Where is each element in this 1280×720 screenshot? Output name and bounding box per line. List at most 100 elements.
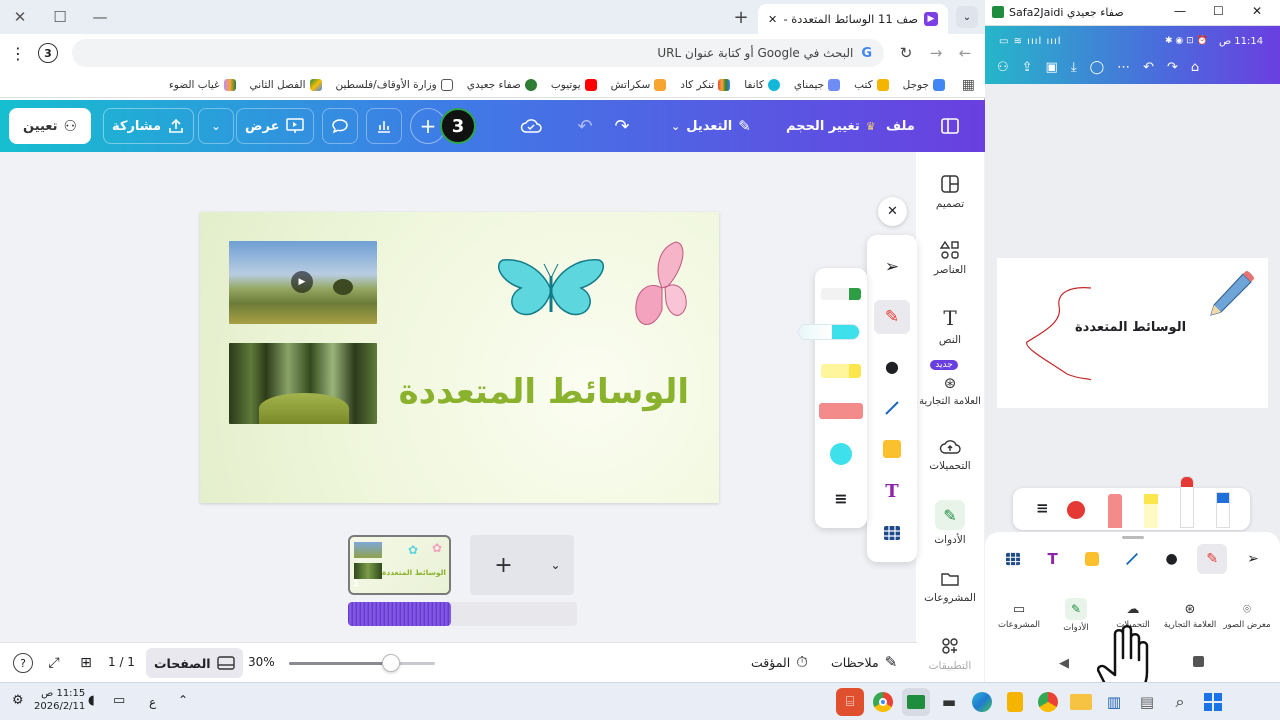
pages-button[interactable]: الصفحات [146,648,243,678]
android-recents-icon[interactable] [1193,656,1204,667]
input-language[interactable]: ع [149,695,156,709]
bookmark-item[interactable]: وزارة الأوقاف/فلسطين [336,78,453,91]
pen-green-icon[interactable] [821,288,861,301]
stroke-weight-icon[interactable]: ≡ [834,489,847,508]
share-button[interactable]: مشاركة [103,108,195,144]
present-button[interactable]: عرض [236,108,315,144]
cloud-saved-icon[interactable] [517,112,545,140]
back-icon[interactable]: → [926,43,946,63]
reload-icon[interactable]: ↻ [896,43,916,63]
bookmark-item[interactable]: غياب الضوء [169,78,236,91]
close-window-icon[interactable]: ✕ [1252,4,1262,18]
file-menu[interactable]: ملف [878,108,923,144]
select-pointer-icon[interactable]: ➢ [885,257,899,277]
rail-item-tools[interactable]: ✎ الأدوات [916,500,984,546]
notes-app-icon[interactable] [1001,688,1029,716]
line-tool-icon[interactable] [1118,545,1146,573]
pen-tool-icon[interactable]: ✎ [874,299,910,334]
pen-tool-icon[interactable]: ✎ [1197,544,1228,574]
new-tab-button[interactable]: + [730,6,752,28]
notes-button[interactable]: ملاحظات ✎ [831,653,897,671]
text-tool-icon[interactable]: T [1039,545,1067,573]
app-icon[interactable]: ⌸ [836,688,864,716]
rail-item-design[interactable]: تصميم [916,174,984,210]
menu-dots-icon[interactable]: ⋮ [8,43,28,63]
rail-item-text[interactable]: T النص [916,306,984,346]
weather-icon[interactable]: ⚙ [12,693,24,708]
browser-tab[interactable]: ▶ صف 11 الوسائط المتعددة - عرض ✕ [758,4,948,34]
minimize-window-icon[interactable]: — [1174,4,1186,18]
marker-teal-icon[interactable] [798,324,860,341]
timer-button[interactable]: المؤقت ⏱ [751,653,808,671]
comment-button[interactable] [322,108,358,144]
profile-avatar[interactable]: 3 [38,43,58,63]
close-tab-icon[interactable]: ✕ [768,13,777,26]
present-dropdown-icon[interactable]: ⌄ [198,108,234,144]
fullscreen-icon[interactable]: ⤢ [44,653,64,673]
sticky-note-icon[interactable] [883,439,901,458]
android-back-icon[interactable]: ◀ [1059,656,1069,671]
landscape-video-thumbnail[interactable]: ▶ [229,241,377,324]
bookmark-item[interactable]: الفصل الثاني [250,78,322,91]
sticky-note-icon[interactable] [1078,545,1106,573]
line-tool-icon[interactable] [883,399,901,417]
page-thumbnail[interactable]: ✿ ✿ الوسائط المتعددة 1 [348,535,451,595]
phone-item-tools[interactable]: ✎ الأدوات [1050,598,1102,633]
audio-track[interactable] [348,602,451,626]
rail-item-uploads[interactable]: التحميلات [916,438,984,472]
redo-icon[interactable]: ↷ [608,112,636,140]
table-tool-icon[interactable] [999,545,1027,573]
table-tool-icon[interactable] [883,525,901,541]
bookmark-item[interactable]: كانفا [744,78,780,91]
rail-item-elements[interactable]: العناصر [916,240,984,276]
stroke-weight-icon[interactable]: ≡ [1036,499,1049,517]
terminal-icon[interactable]: ▬ [935,688,963,716]
eraser-icon[interactable] [1108,494,1122,528]
page-options-dropdown-icon[interactable]: ⌄ [537,535,574,595]
shapes-tool-icon[interactable]: ● [1158,545,1186,573]
edit-menu[interactable]: ⌄ التعديل ✎ [663,108,759,144]
minimize-window-icon[interactable]: — [80,2,120,32]
bookmark-item[interactable]: كتب [854,78,889,91]
bookmark-item[interactable]: تنكر كاد [680,78,731,91]
bookmark-item[interactable]: جوجل [903,78,945,91]
highlighter-yellow-icon[interactable] [1144,494,1158,528]
clock[interactable]: 11:15 ص 2026/2/11 [34,687,85,713]
phone-toolbar-icons[interactable]: ⚇⇪▣⤓◯⋯↶↷⌂ [997,60,1212,75]
undo-icon[interactable]: ↶ [571,112,599,140]
phone-item-photos[interactable]: ⌾ معرض الصور [1221,602,1273,630]
windows-start-icon[interactable] [1199,688,1227,716]
rail-item-apps[interactable]: التطبيقات [916,636,984,672]
phone-link-icon[interactable] [902,688,930,716]
close-window-icon[interactable]: ✕ [0,2,40,32]
add-page-button[interactable]: + [470,535,537,595]
color-swatch-red[interactable] [1067,501,1085,519]
shapes-tool-icon[interactable]: ● [885,357,899,376]
forward-icon[interactable]: ← [955,43,975,63]
maximize-window-icon[interactable]: ☐ [1213,4,1224,18]
select-pointer-icon[interactable]: ➢ [1239,545,1267,573]
chrome-profile-icon[interactable] [1034,688,1062,716]
bookmark-item[interactable]: سكراتش [611,78,667,91]
rail-item-projects[interactable]: المشروعات [916,570,984,604]
app-icon[interactable]: ▤ [1133,688,1161,716]
zoom-slider[interactable] [289,654,435,672]
phone-slide[interactable]: الوسائط المتعددة [997,258,1268,408]
zoom-slider-handle[interactable] [382,654,401,672]
bookmark-item[interactable]: صفاء جعيدي [467,78,537,91]
chrome-icon[interactable] [869,688,897,716]
help-icon[interactable]: ? [13,653,33,673]
pen-blue-icon[interactable] [1216,492,1230,528]
pen-red-icon[interactable] [1180,476,1194,528]
close-draw-panel-button[interactable]: ✕ [878,197,907,226]
network-icon[interactable]: ▭ [113,693,125,708]
text-tool-icon[interactable]: T [885,481,898,502]
insights-button[interactable] [366,108,402,144]
maximize-window-icon[interactable]: ☐ [40,2,80,32]
assign-button[interactable]: تعيين ⚇ [9,108,91,144]
volume-icon[interactable]: ◖ [88,693,95,708]
apps-grid-icon[interactable]: ▦ [962,77,975,93]
bookmark-item[interactable]: جيمناي [794,78,841,91]
eraser-icon[interactable] [819,402,863,419]
tab-search-icon[interactable]: ⌄ [956,6,978,28]
